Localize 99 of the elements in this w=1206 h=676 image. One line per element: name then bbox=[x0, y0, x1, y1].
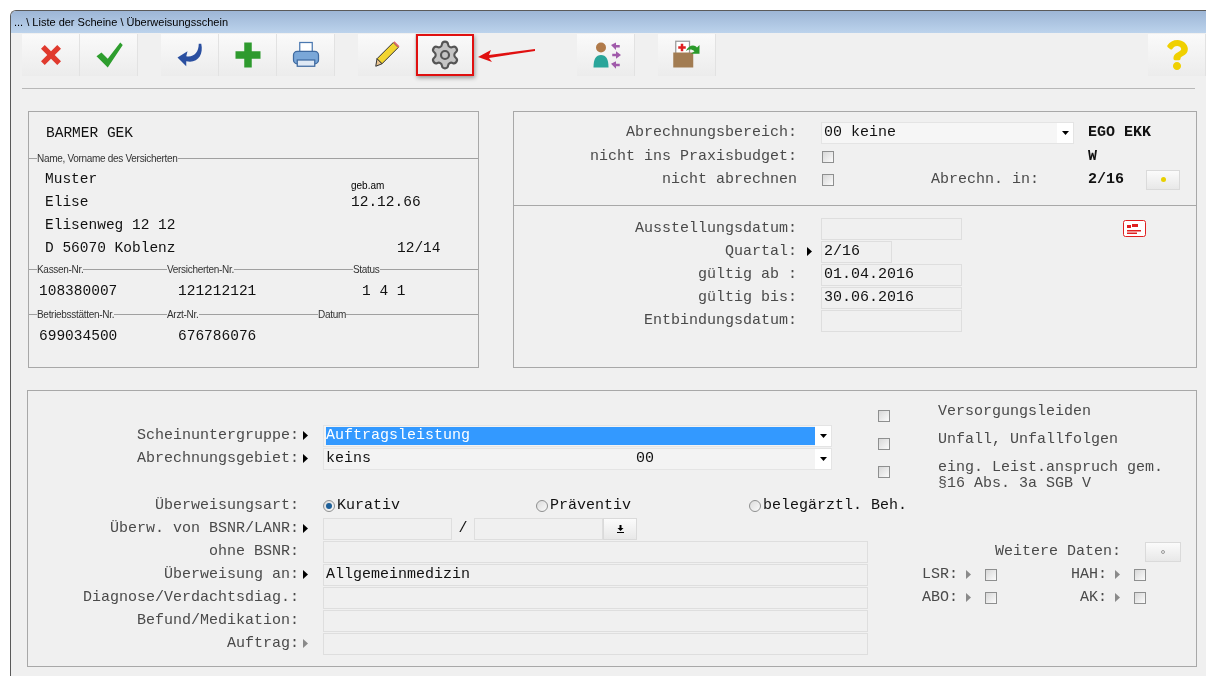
checkbox-label: eing. Leist.anspruch gem. §16 Abs. 3a SGB V bbox=[938, 458, 1165, 492]
confirm-button[interactable] bbox=[80, 34, 138, 76]
separator-slash: / bbox=[457, 518, 469, 539]
card-value: 121212121 bbox=[177, 282, 257, 301]
field-label: Befund/Medikation: bbox=[135, 610, 299, 631]
dropdown[interactable]: keins 00 bbox=[323, 447, 832, 470]
group-label: Status bbox=[353, 265, 380, 275]
card-value: 1 4 1 bbox=[361, 282, 406, 301]
group-label: Kassen-Nr. bbox=[37, 265, 84, 275]
person-swap-button[interactable] bbox=[577, 34, 635, 76]
add-button[interactable] bbox=[219, 34, 277, 76]
insurance-codes: EGO EKK bbox=[1088, 123, 1151, 143]
field-label: Scheinuntergruppe: bbox=[135, 425, 299, 446]
surname: Muster bbox=[45, 170, 98, 189]
group-label: Arzt-Nr. bbox=[167, 310, 199, 320]
id-card-icon[interactable] bbox=[1123, 220, 1146, 237]
download-button[interactable] bbox=[603, 517, 637, 540]
triangle-icon[interactable] bbox=[806, 247, 812, 256]
triangle-icon[interactable] bbox=[303, 454, 308, 463]
field-label: Abrechnungsgebiet: bbox=[135, 448, 299, 469]
checkbox[interactable] bbox=[878, 410, 890, 422]
field-label: Überweisungsart: bbox=[153, 495, 299, 516]
field-label: nicht ins Praxisbudget: bbox=[588, 146, 797, 167]
print-button[interactable] bbox=[277, 34, 335, 76]
card-value: 699034500 bbox=[38, 327, 118, 346]
checkbox[interactable] bbox=[878, 466, 890, 478]
annotation-arrow bbox=[478, 47, 536, 63]
field-label: AK: bbox=[1079, 587, 1107, 608]
cancel-button[interactable] bbox=[22, 34, 80, 76]
download-icon bbox=[616, 524, 624, 533]
checkbox[interactable] bbox=[985, 568, 997, 581]
radio-button[interactable] bbox=[536, 499, 548, 512]
checkbox[interactable] bbox=[985, 591, 997, 604]
radio-option[interactable]: belegärztl. Beh. bbox=[749, 495, 962, 516]
radio-button[interactable] bbox=[749, 499, 761, 512]
field-label: Diagnose/Verdachtsdiag.: bbox=[81, 587, 299, 608]
triangle-icon[interactable] bbox=[303, 570, 308, 579]
printer-icon bbox=[290, 40, 321, 70]
edit-button[interactable] bbox=[358, 34, 416, 76]
city: D 56070 Koblenz bbox=[45, 239, 176, 258]
folder-import-button[interactable] bbox=[658, 34, 716, 76]
billing-area-dropdown[interactable]: 00 keine bbox=[821, 122, 1074, 144]
person-arrows-icon bbox=[590, 40, 621, 70]
window-title: ... \ Liste der Scheine \ Überweisungsschein bbox=[14, 14, 228, 30]
caret-icon bbox=[1061, 131, 1069, 135]
caret-icon bbox=[819, 433, 827, 438]
billing-quarter: 2/16 bbox=[1088, 169, 1125, 190]
street-address: Elisenweg 12 12 bbox=[45, 216, 176, 235]
date-field[interactable]: 2/16 bbox=[821, 240, 892, 263]
first-name: Elise bbox=[45, 193, 89, 212]
field-label: Entbindungsdatum: bbox=[642, 310, 797, 331]
group-label: Betriebsstätten-Nr. bbox=[37, 310, 115, 320]
card-value: 676786076 bbox=[177, 327, 257, 346]
dot-icon bbox=[1161, 549, 1165, 554]
checkbox-label: Versorgungsleiden bbox=[938, 402, 1093, 420]
group-label: Name, Vorname des Versicherten bbox=[37, 154, 178, 164]
checkbox-label: Unfall, Unfallfolgen bbox=[938, 430, 1120, 448]
triangle-icon[interactable] bbox=[303, 431, 308, 440]
field-label: Überw. von BSNR/LANR: bbox=[108, 518, 299, 539]
group-label: Versicherten-Nr. bbox=[167, 265, 234, 275]
field-label: ABO: bbox=[921, 587, 958, 608]
field-label: nicht abrechnen bbox=[660, 169, 797, 190]
settings-button[interactable] bbox=[416, 34, 474, 76]
caret-icon bbox=[819, 456, 827, 461]
field-label: Ausstellungsdatum: bbox=[633, 218, 797, 239]
field-label: Weitere Daten: bbox=[994, 541, 1121, 562]
checkbox[interactable] bbox=[822, 150, 834, 163]
checkbox[interactable] bbox=[878, 438, 890, 450]
checkbox[interactable] bbox=[1134, 591, 1146, 604]
card-value: 108380007 bbox=[38, 282, 118, 301]
field-label: Auftrag: bbox=[226, 633, 299, 654]
field-label: Überweisung an: bbox=[162, 564, 299, 585]
group-label: Datum bbox=[318, 310, 346, 320]
radio-option[interactable]: Präventiv bbox=[536, 495, 749, 516]
field-label: Abrechnungsbereich: bbox=[624, 123, 797, 143]
field-label: gültig bis: bbox=[696, 287, 797, 308]
field-label: ohne BSNR: bbox=[208, 541, 299, 562]
folder-arrow-icon bbox=[671, 40, 702, 70]
dot-icon bbox=[1160, 177, 1166, 182]
input-field[interactable] bbox=[474, 517, 603, 540]
type-code: W bbox=[1088, 146, 1097, 167]
field-label: HAH: bbox=[1070, 564, 1107, 585]
checkbox[interactable] bbox=[822, 173, 834, 186]
checkbox[interactable] bbox=[1134, 568, 1146, 581]
date-field[interactable]: 30.06.2016 bbox=[821, 286, 962, 309]
radio-button[interactable] bbox=[323, 499, 335, 512]
field-label: gültig ab : bbox=[696, 264, 797, 285]
date-field[interactable]: 01.04.2016 bbox=[821, 263, 962, 286]
birth-date-label: geb.am bbox=[351, 179, 385, 193]
radio-option[interactable]: Kurativ bbox=[323, 495, 536, 516]
undo-button[interactable] bbox=[161, 34, 219, 76]
field-label: LSR: bbox=[921, 564, 958, 585]
birth-date: 12.12.66 bbox=[351, 193, 421, 212]
insurer-name: BARMER GEK bbox=[46, 124, 133, 143]
card-validity: 12/14 bbox=[397, 239, 441, 258]
triangle-icon[interactable] bbox=[303, 524, 308, 533]
input-field[interactable]: Allgemeinmedizin bbox=[323, 563, 868, 586]
field-label: Quartal: bbox=[724, 241, 797, 262]
field-label: Abrechn. in: bbox=[930, 169, 1039, 190]
